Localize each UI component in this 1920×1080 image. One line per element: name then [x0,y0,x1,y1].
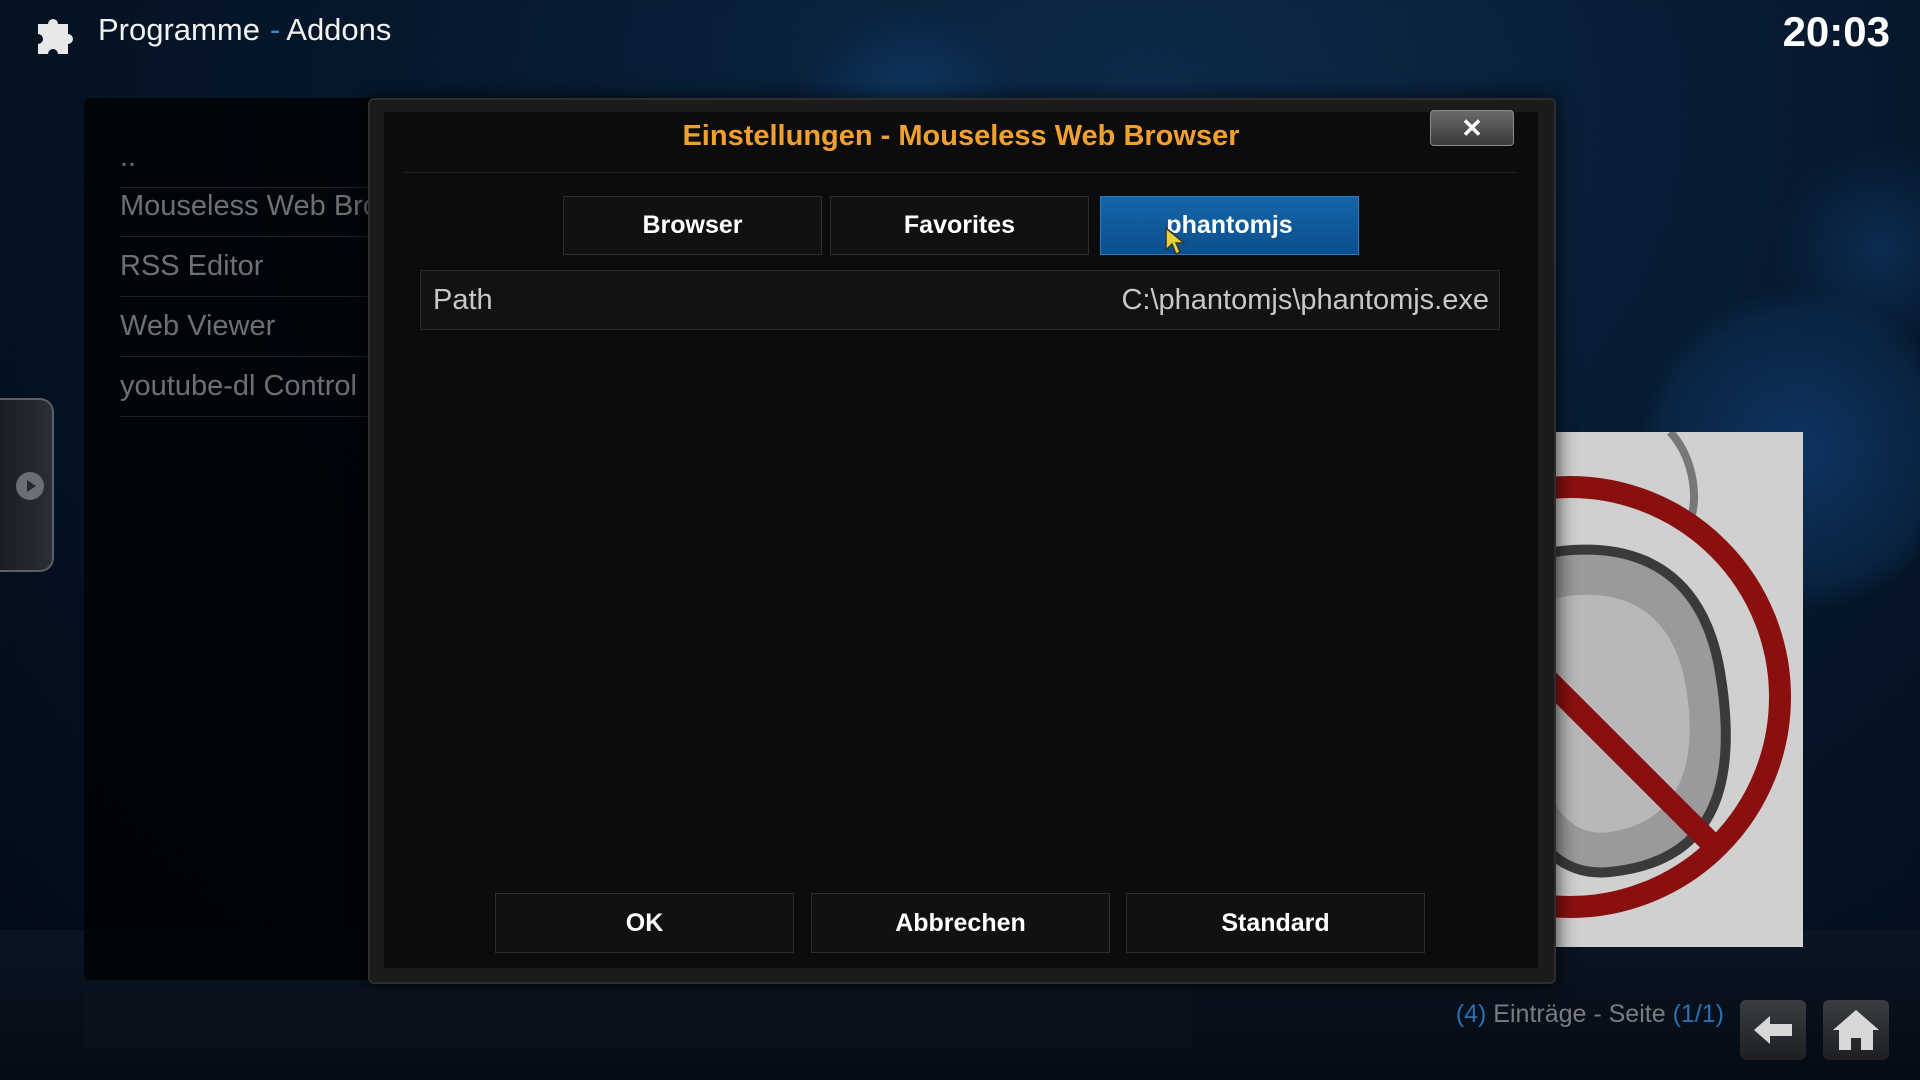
list-item[interactable]: youtube-dl Control [120,357,384,417]
tab-phantomjs[interactable]: phantomjs [1100,196,1359,255]
count-bracket: ( [1455,1000,1465,1028]
tab-browser[interactable]: Browser [563,196,822,255]
entries-label: Einträge - Seite [1486,1000,1673,1028]
breadcrumb-subsection: Addons [286,12,392,47]
default-button[interactable]: Standard [1126,893,1425,953]
list-item[interactable]: RSS Editor [120,237,384,297]
mouse-cursor-icon [1165,226,1187,256]
breadcrumb-section: Programme [98,12,260,47]
setting-path[interactable]: Path C:\phantomjs\phantomjs.exe [420,270,1500,330]
play-icon[interactable] [16,472,44,500]
setting-label: Path [433,284,493,316]
clock: 20:03 [1782,8,1890,55]
list-item[interactable]: Mouseless Web Browser [120,177,384,237]
back-button[interactable] [1740,1000,1806,1060]
cancel-button[interactable]: Abbrechen [811,893,1110,953]
home-icon [1833,1010,1879,1050]
bottom-bar [84,990,1192,1048]
breadcrumb: Programme - Addons [98,12,391,48]
close-icon: ✕ [1461,113,1483,143]
tab-favorites[interactable]: Favorites [830,196,1089,255]
dialog-title: Einstellungen - Mouseless Web Browser [682,120,1240,152]
divider [404,172,1518,173]
page-info: (4) Einträge - Seite (1/1) [1456,1000,1724,1029]
breadcrumb-separator: - [269,12,281,47]
addon-list: .. Mouseless Web Browser RSS Editor Web … [84,98,384,980]
back-arrow-icon [1754,1016,1792,1044]
home-button[interactable] [1823,1000,1889,1060]
list-item[interactable]: Web Viewer [120,297,384,357]
page-number: 1/1 [1680,1000,1716,1028]
page-bracket: ) [1715,1000,1724,1028]
setting-value: C:\phantomjs\phantomjs.exe [1121,284,1489,316]
no-mouse-icon [1550,432,1803,947]
close-button[interactable]: ✕ [1430,110,1514,146]
page-bracket: ( [1672,1000,1681,1028]
ok-button[interactable]: OK [495,893,794,953]
addon-thumbnail [1550,432,1803,947]
entry-count: 4 [1464,1000,1479,1028]
puzzle-piece-icon [38,18,73,54]
